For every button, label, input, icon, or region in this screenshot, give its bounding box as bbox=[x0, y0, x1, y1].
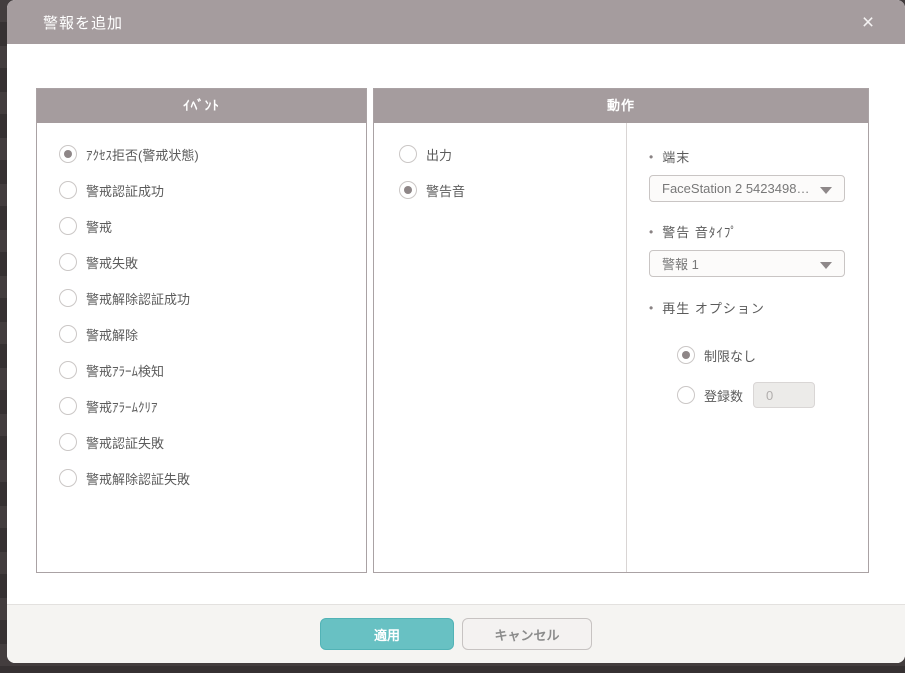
radio-selected-icon[interactable] bbox=[399, 181, 417, 199]
event-option-3-label: 警戒失敗 bbox=[86, 253, 138, 272]
sound-type-label: 警告 音ﾀｲﾌﾟ bbox=[662, 222, 738, 241]
radio-unselected-icon[interactable] bbox=[59, 361, 77, 379]
bullet-icon: • bbox=[649, 301, 654, 315]
action-type-option-1-label: 警告音 bbox=[426, 181, 465, 200]
radio-selected-icon[interactable] bbox=[59, 145, 77, 163]
dropdown-arrow-icon bbox=[820, 262, 832, 269]
play-option-count[interactable]: 登録数 bbox=[649, 375, 868, 415]
dropdown-arrow-icon bbox=[820, 187, 832, 194]
sound-type-dropdown[interactable]: 警報 1 bbox=[649, 250, 845, 277]
device-label-row: • 端末 bbox=[649, 147, 868, 166]
radio-unselected-icon[interactable] bbox=[677, 386, 695, 404]
device-label: 端末 bbox=[662, 147, 690, 166]
cancel-button[interactable]: キャンセル bbox=[462, 618, 592, 650]
event-option-6[interactable]: 警戒ｱﾗｰﾑ検知 bbox=[59, 352, 366, 388]
event-option-8[interactable]: 警戒認証失敗 bbox=[59, 424, 366, 460]
event-option-4[interactable]: 警戒解除認証成功 bbox=[59, 280, 366, 316]
dialog-title: 警報を追加 bbox=[43, 12, 123, 33]
event-panel: ｲﾍﾞﾝﾄ ｱｸｾｽ拒否(警戒状態) 警戒認証成功警戒警戒失敗警戒解除認証成功警戒… bbox=[36, 88, 367, 573]
event-option-7[interactable]: 警戒ｱﾗｰﾑｸﾘｱ bbox=[59, 388, 366, 424]
action-type-column: 出力警告音 bbox=[374, 123, 626, 572]
action-type-option-1[interactable]: 警告音 bbox=[399, 172, 626, 208]
event-option-5[interactable]: 警戒解除 bbox=[59, 316, 366, 352]
close-icon[interactable]: × bbox=[855, 10, 881, 36]
event-option-0-label: ｱｸｾｽ拒否(警戒状態) bbox=[86, 145, 199, 164]
event-option-1-label: 警戒認証成功 bbox=[86, 181, 164, 200]
play-count-input[interactable] bbox=[753, 382, 815, 408]
action-type-option-0-label: 出力 bbox=[426, 145, 452, 164]
dialog-titlebar: 警報を追加 × bbox=[7, 0, 905, 44]
sound-type-label-row: • 警告 音ﾀｲﾌﾟ bbox=[649, 222, 868, 241]
action-panel-body: 出力警告音 • 端末 FaceStation 2 54234987... • 警… bbox=[374, 123, 868, 572]
radio-unselected-icon[interactable] bbox=[59, 469, 77, 487]
bullet-icon: • bbox=[649, 150, 654, 164]
radio-unselected-icon[interactable] bbox=[59, 217, 77, 235]
add-alarm-dialog: 警報を追加 × ｲﾍﾞﾝﾄ ｱｸｾｽ拒否(警戒状態) 警戒認証成功警戒警戒失敗警戒… bbox=[7, 0, 905, 663]
event-option-5-label: 警戒解除 bbox=[86, 325, 138, 344]
device-dropdown-value: FaceStation 2 54234987... bbox=[662, 181, 812, 196]
event-option-3[interactable]: 警戒失敗 bbox=[59, 244, 366, 280]
event-option-7-label: 警戒ｱﾗｰﾑｸﾘｱ bbox=[86, 397, 158, 416]
bullet-icon: • bbox=[649, 225, 654, 239]
dialog-content: ｲﾍﾞﾝﾄ ｱｸｾｽ拒否(警戒状態) 警戒認証成功警戒警戒失敗警戒解除認証成功警戒… bbox=[7, 44, 905, 604]
radio-unselected-icon[interactable] bbox=[59, 325, 77, 343]
event-option-9-label: 警戒解除認証失敗 bbox=[86, 469, 190, 488]
action-panel-header: 動作 bbox=[374, 89, 868, 123]
device-dropdown[interactable]: FaceStation 2 54234987... bbox=[649, 175, 845, 202]
event-option-2[interactable]: 警戒 bbox=[59, 208, 366, 244]
sound-type-dropdown-value: 警報 1 bbox=[662, 254, 699, 273]
play-option-no-limit[interactable]: 制限なし bbox=[649, 335, 868, 375]
play-option-count-label: 登録数 bbox=[704, 386, 743, 405]
play-option-label: 再生 オプション bbox=[662, 298, 765, 317]
event-option-4-label: 警戒解除認証成功 bbox=[86, 289, 190, 308]
radio-unselected-icon[interactable] bbox=[59, 181, 77, 199]
radio-selected-icon[interactable] bbox=[677, 346, 695, 364]
radio-unselected-icon[interactable] bbox=[59, 433, 77, 451]
radio-unselected-icon[interactable] bbox=[59, 397, 77, 415]
event-option-1[interactable]: 警戒認証成功 bbox=[59, 172, 366, 208]
action-settings-column: • 端末 FaceStation 2 54234987... • 警告 音ﾀｲﾌ… bbox=[626, 123, 868, 572]
apply-button[interactable]: 適用 bbox=[320, 618, 454, 650]
play-option-label-row: • 再生 オプション bbox=[649, 298, 868, 317]
event-option-8-label: 警戒認証失敗 bbox=[86, 433, 164, 452]
radio-unselected-icon[interactable] bbox=[59, 253, 77, 271]
play-option-no-limit-label: 制限なし bbox=[704, 346, 756, 365]
play-options-group: 制限なし 登録数 bbox=[649, 335, 868, 415]
action-type-option-0[interactable]: 出力 bbox=[399, 136, 626, 172]
event-radio-list: ｱｸｾｽ拒否(警戒状態) 警戒認証成功警戒警戒失敗警戒解除認証成功警戒解除警戒ｱﾗ… bbox=[37, 123, 366, 496]
event-option-6-label: 警戒ｱﾗｰﾑ検知 bbox=[86, 361, 164, 380]
dialog-footer: 適用 キャンセル bbox=[7, 604, 905, 663]
radio-unselected-icon[interactable] bbox=[399, 145, 417, 163]
event-option-0[interactable]: ｱｸｾｽ拒否(警戒状態) bbox=[59, 136, 366, 172]
radio-unselected-icon[interactable] bbox=[59, 289, 77, 307]
event-panel-header: ｲﾍﾞﾝﾄ bbox=[37, 89, 366, 123]
action-panel: 動作 出力警告音 • 端末 FaceStation 2 54234987... … bbox=[373, 88, 869, 573]
event-option-9[interactable]: 警戒解除認証失敗 bbox=[59, 460, 366, 496]
event-option-2-label: 警戒 bbox=[86, 217, 112, 236]
